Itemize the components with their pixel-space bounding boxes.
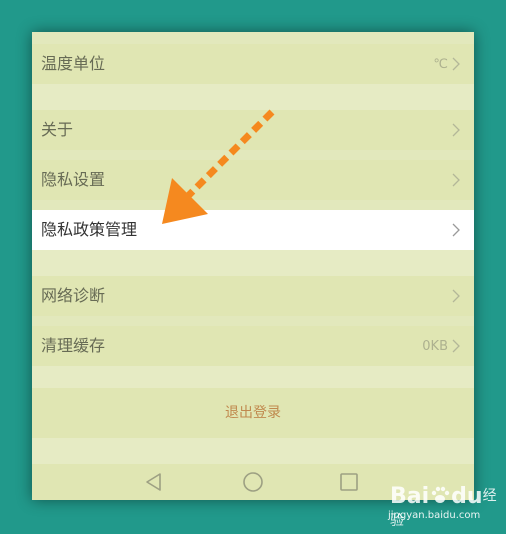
temperature-unit-value: ℃ xyxy=(433,56,448,72)
baidu-watermark: Bai du经验 jingyan.baidu.com xyxy=(388,480,498,529)
watermark-brand-b: du xyxy=(451,484,483,509)
setting-label: 关于 xyxy=(41,120,74,139)
watermark-logo: Bai du经验 xyxy=(390,484,498,534)
chevron-right-icon xyxy=(452,339,460,353)
chevron-right-icon xyxy=(452,223,460,237)
watermark-url: jingyan.baidu.com xyxy=(388,510,481,521)
setting-label: 清理缓存 xyxy=(41,336,106,355)
setting-clear-cache[interactable]: 清理缓存 0KB xyxy=(32,326,474,366)
chevron-right-icon xyxy=(452,123,460,137)
chevron-right-icon xyxy=(452,57,460,71)
section-gap xyxy=(32,250,474,276)
watermark-brand-a: Bai xyxy=(390,484,430,509)
setting-privacy[interactable]: 隐私设置 xyxy=(32,160,474,200)
section-gap xyxy=(32,438,474,464)
paw-icon xyxy=(431,486,450,503)
home-circle-icon[interactable] xyxy=(241,470,265,494)
chevron-right-icon xyxy=(452,289,460,303)
recents-square-icon[interactable] xyxy=(337,470,361,494)
setting-privacy-policy[interactable]: 隐私政策管理 xyxy=(32,210,474,250)
cache-size-value: 0KB xyxy=(422,338,448,354)
setting-network-diagnosis[interactable]: 网络诊断 xyxy=(32,276,474,316)
setting-temperature-unit[interactable]: 温度单位 ℃ xyxy=(32,44,474,84)
setting-label: 网络诊断 xyxy=(41,286,106,305)
setting-label: 隐私政策管理 xyxy=(41,220,138,239)
phone-screen: 温度单位 ℃ 关于 隐私设置 隐私政策管理 网络诊断 清理缓存 0KB 退出登录 xyxy=(32,32,474,500)
setting-label: 隐私设置 xyxy=(41,170,106,189)
section-gap xyxy=(32,84,474,110)
section-gap xyxy=(32,366,474,388)
chevron-right-icon xyxy=(452,173,460,187)
logout-button[interactable]: 退出登录 xyxy=(32,388,474,438)
setting-about[interactable]: 关于 xyxy=(32,110,474,150)
back-triangle-icon[interactable] xyxy=(142,470,166,494)
setting-label: 温度单位 xyxy=(41,54,106,73)
